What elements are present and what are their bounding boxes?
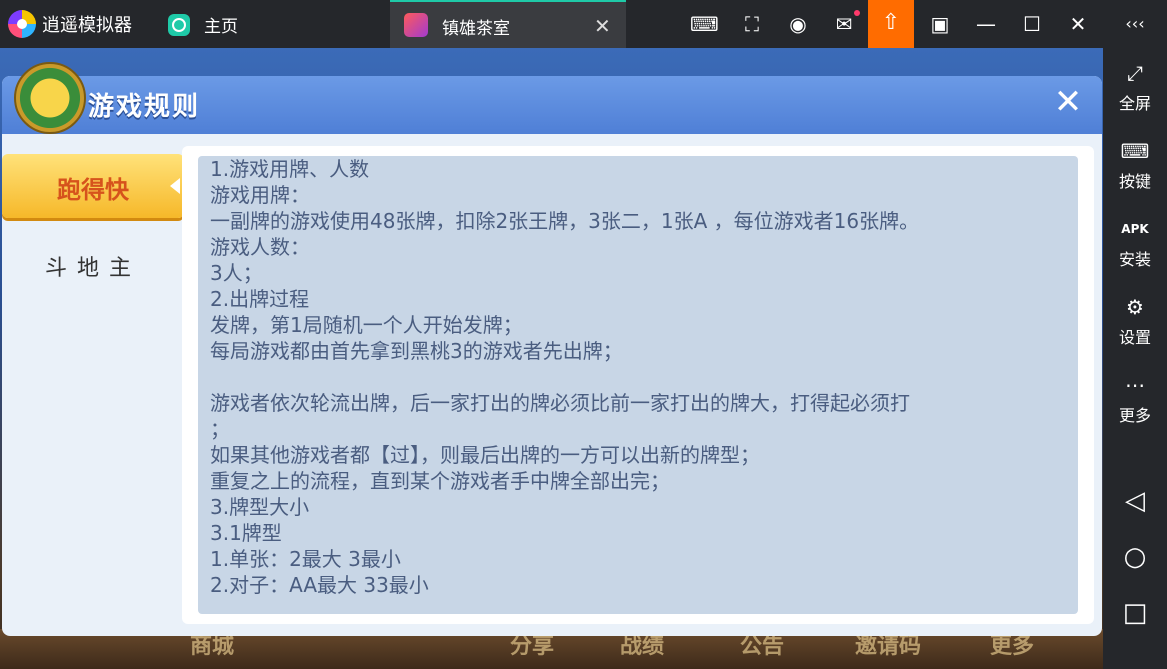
rule-line: 3.牌型大小 <box>210 495 310 519</box>
sidebar-label: 按键 <box>1118 172 1151 191</box>
sidebar-item-more[interactable]: ⋯ 更多 <box>1103 372 1167 426</box>
emulator-logo-icon <box>8 10 36 38</box>
gamepad-icon[interactable]: ⌨ <box>690 10 719 38</box>
rule-line: 1.单张：2最大 3最小 <box>210 547 401 571</box>
rule-line: 游戏者依次轮流出牌，后一家打出的牌必须比前一家打出的牌大，打得起必须打 <box>210 391 910 415</box>
rules-panel: 1.游戏用牌、人数 游戏用牌： 一副牌的游戏使用48张牌，扣除2张王牌，3张二，1张… <box>182 146 1094 624</box>
emulator-topbar: 逍遥模拟器 主页 镇雄茶室 ✕ ⌨ ⛶ ◉ ✉ ⇧ ▣ — ☐ ✕ ‹‹‹ <box>0 0 1167 48</box>
tab-paodekuai[interactable]: 跑得快 <box>2 154 184 218</box>
recent-apps-icon[interactable]: □ <box>1103 598 1167 628</box>
sidebar-item-fullscreen[interactable]: ⤢ 全屏 <box>1103 60 1167 114</box>
rules-text: 1.游戏用牌、人数 游戏用牌： 一副牌的游戏使用48张牌，扣除2张王牌，3张二，1张… <box>198 156 1078 598</box>
screen-share-icon[interactable]: ▣ <box>926 10 954 38</box>
maximize-icon[interactable]: ☐ <box>1018 10 1046 38</box>
tab-doudizhu[interactable]: 斗地主 <box>2 232 184 296</box>
tab-pointer-icon <box>170 178 180 194</box>
rule-line: 游戏用牌： <box>210 183 310 207</box>
close-window-icon[interactable]: ✕ <box>1064 10 1092 38</box>
dialog-header: 游戏规则 ✕ <box>2 62 1102 134</box>
rule-line: 1.游戏用牌、人数 <box>210 157 370 181</box>
tab-label: 斗地主 <box>44 256 141 281</box>
emblem-icon <box>14 62 86 134</box>
rules-scroll-area[interactable]: 1.游戏用牌、人数 游戏用牌： 一副牌的游戏使用48张牌，扣除2张王牌，3张二，1张… <box>198 156 1078 614</box>
rule-line: 2.出牌过程 <box>210 287 310 311</box>
rule-line: 游戏人数： <box>210 235 310 259</box>
rule-line: 2.对子：AA最大 33最小 <box>210 573 429 597</box>
emulator-brand[interactable]: 逍遥模拟器 <box>8 10 132 38</box>
home-tab-label: 主页 <box>204 17 238 37</box>
dialog-title: 游戏规则 <box>88 92 201 122</box>
sidebar-label: 全屏 <box>1118 94 1151 113</box>
screenshot-icon[interactable]: ⛶ <box>738 10 766 38</box>
rule-line: 一副牌的游戏使用48张牌，扣除2张王牌，3张二，1张A ，每位游戏者16张牌。 <box>210 209 920 233</box>
tab-active-app[interactable]: 镇雄茶室 ✕ <box>390 0 626 48</box>
sidebar-item-keyboard[interactable]: ⌨ 按键 <box>1103 138 1167 192</box>
sidebar-item-install[interactable]: APK 安装 <box>1103 216 1167 270</box>
sidebar-label: 更多 <box>1118 406 1151 425</box>
upload-icon[interactable]: ⇧ <box>868 0 914 48</box>
home-nav-icon[interactable]: ○ <box>1103 542 1167 572</box>
fullscreen-icon: ⤢ <box>1127 61 1143 85</box>
notification-dot <box>854 10 860 16</box>
rule-line: 3.1牌型 <box>210 521 282 545</box>
app-icon <box>404 13 428 37</box>
apk-icon: APK <box>1121 222 1149 236</box>
rule-line: 每局游戏都由首先拿到黑桃3的游戏者先出牌； <box>210 339 623 363</box>
rule-line: ； <box>210 417 230 441</box>
keyboard-icon: ⌨ <box>1120 139 1150 163</box>
rules-dialog: 游戏规则 ✕ 跑得快 斗地主 1.游戏用牌、人数 游戏用牌： 一副牌的游戏使用48张… <box>2 62 1102 636</box>
rule-line: 3人； <box>210 261 263 285</box>
sidebar-label: 设置 <box>1118 328 1151 347</box>
tab-home[interactable]: 主页 <box>168 12 238 37</box>
emulator-sidebar: ⤢ 全屏 ⌨ 按键 APK 安装 ⚙ 设置 ⋯ 更多 ◁ ○ □ <box>1103 48 1167 669</box>
tab-label: 跑得快 <box>57 176 129 204</box>
sidebar-item-settings[interactable]: ⚙ 设置 <box>1103 294 1167 348</box>
rule-line: 如果其他游戏者都【过】，则最后出牌的一方可以出新的牌型； <box>210 443 760 467</box>
minimize-icon[interactable]: — <box>972 10 1000 38</box>
brand-label: 逍遥模拟器 <box>42 15 132 36</box>
close-tab-icon[interactable]: ✕ <box>594 14 611 38</box>
more-icon: ⋯ <box>1125 373 1145 397</box>
back-icon[interactable]: ◁ <box>1103 486 1167 516</box>
home-icon <box>168 13 190 36</box>
collapse-sidebar-icon[interactable]: ‹‹‹ <box>1120 10 1150 38</box>
sidebar-label: 安装 <box>1118 250 1151 269</box>
close-icon[interactable]: ✕ <box>1050 84 1086 120</box>
gear-icon: ⚙ <box>1126 295 1144 319</box>
active-tab-label: 镇雄茶室 <box>442 19 510 39</box>
account-icon[interactable]: ◉ <box>784 10 812 38</box>
rule-line: 发牌，第1局随机一个人开始发牌； <box>210 313 523 337</box>
rule-line: 重复之上的流程，直到某个游戏者手中牌全部出完； <box>210 469 670 493</box>
rule-line <box>210 364 1078 390</box>
